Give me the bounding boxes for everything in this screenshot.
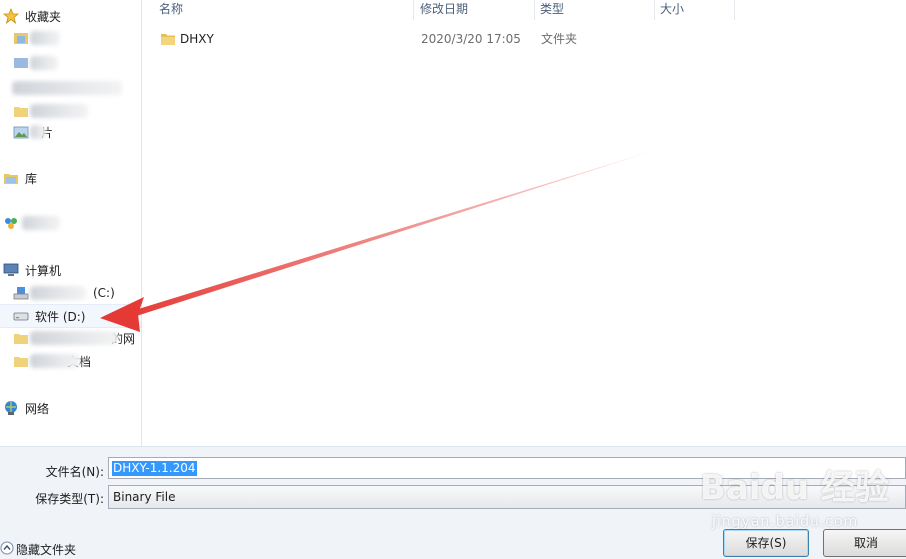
collapse-arrow-icon — [0, 541, 14, 558]
filetype-label: 保存类型(T): — [35, 492, 104, 506]
annotation-arrow — [100, 150, 656, 332]
hide-folders-toggle[interactable]: 隐藏文件夹 — [0, 539, 76, 559]
save-options-panel: 文件名(N): DHXY-1.1.204 保存类型(T): Binary Fil… — [0, 446, 906, 559]
hide-folders-label: 隐藏文件夹 — [16, 542, 77, 557]
save-button[interactable]: 保存(S) — [723, 529, 809, 557]
filename-value: DHXY-1.1.204 — [112, 461, 197, 476]
cancel-button[interactable]: 取消 — [823, 529, 906, 557]
filename-input[interactable]: DHXY-1.1.204 — [108, 457, 906, 479]
filename-label: 文件名(N): — [45, 465, 104, 479]
filetype-select[interactable]: Binary File — [108, 485, 906, 509]
